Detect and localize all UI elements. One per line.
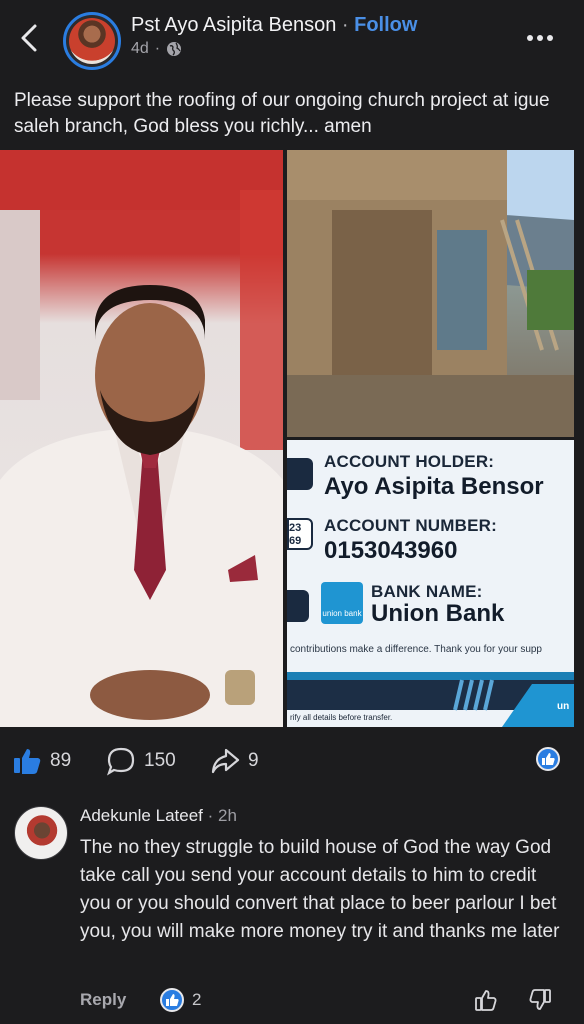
post-image-building[interactable] bbox=[287, 150, 574, 437]
comment-button[interactable]: 150 bbox=[106, 746, 176, 776]
post-image-portrait[interactable] bbox=[0, 150, 283, 727]
reply-button[interactable]: Reply bbox=[80, 990, 126, 1010]
share-button[interactable]: 9 bbox=[210, 746, 259, 776]
globe-icon bbox=[167, 42, 182, 56]
comment-body: The no they struggle to build house of G… bbox=[80, 837, 560, 942]
thumbs-up-icon bbox=[542, 753, 555, 765]
thanks-text: contributions make a difference. Thank y… bbox=[290, 644, 542, 655]
verify-text: rify all details before transfer. bbox=[290, 713, 393, 722]
holder-value: Ayo Asipita Bensor bbox=[324, 473, 544, 500]
author-line: Pst Ayo Asipita Benson · Follow bbox=[131, 14, 417, 37]
comment-reaction-summary[interactable]: 2 bbox=[160, 988, 201, 1012]
author-name[interactable]: Pst Ayo Asipita Benson bbox=[131, 14, 336, 36]
follow-button[interactable]: Follow bbox=[354, 14, 417, 36]
building-illustration bbox=[287, 150, 574, 437]
comment-like-count: 2 bbox=[192, 990, 202, 1009]
share-count: 9 bbox=[248, 750, 259, 771]
number-value: 0153043960 bbox=[324, 537, 458, 564]
post-image-account-flyer[interactable]: ACCOUNT HOLDER: Ayo Asipita Bensor 23 69… bbox=[287, 440, 574, 727]
comment-count: 150 bbox=[144, 750, 176, 771]
holder-label: ACCOUNT HOLDER: bbox=[324, 452, 495, 471]
bank-icon bbox=[287, 590, 309, 622]
like-count: 89 bbox=[50, 750, 72, 771]
meta-dot: · bbox=[154, 40, 161, 57]
comment-bubble-icon bbox=[107, 747, 135, 776]
downvote-icon[interactable] bbox=[528, 988, 552, 1012]
post-text: Please support the roofing of our ongoin… bbox=[14, 90, 550, 137]
like-reaction-badge[interactable] bbox=[536, 747, 560, 771]
comment-time: 2h bbox=[218, 806, 237, 825]
reactions-bar: 89 150 9 bbox=[0, 740, 584, 780]
thumbs-up-icon bbox=[14, 749, 41, 774]
post-header: Pst Ayo Asipita Benson · Follow 4d · bbox=[0, 0, 584, 80]
commenter-name[interactable]: Adekunle Lateef bbox=[80, 806, 203, 825]
person-icon bbox=[287, 458, 313, 490]
thumbs-up-icon bbox=[160, 988, 184, 1012]
post-time: 4d bbox=[131, 40, 149, 57]
number-icon: 23 69 bbox=[287, 518, 313, 550]
post-meta: 4d · bbox=[131, 40, 182, 58]
union-bank-logo: union bank bbox=[321, 582, 363, 624]
commenter-avatar[interactable] bbox=[14, 806, 68, 860]
share-arrow-icon bbox=[211, 748, 240, 774]
commenter-line: Adekunle Lateef · 2h bbox=[80, 806, 237, 826]
upvote-icon[interactable] bbox=[474, 988, 498, 1012]
comment-separator: · bbox=[207, 806, 214, 825]
separator: · bbox=[341, 14, 349, 36]
author-avatar[interactable] bbox=[63, 12, 121, 70]
flyer-corner-text: un bbox=[557, 701, 570, 712]
number-label: ACCOUNT NUMBER: bbox=[324, 516, 497, 535]
bank-label: BANK NAME: bbox=[371, 582, 483, 601]
back-arrow-icon[interactable] bbox=[14, 22, 46, 54]
portrait-illustration bbox=[0, 150, 283, 727]
more-options-icon[interactable] bbox=[522, 26, 558, 50]
like-button[interactable]: 89 bbox=[12, 746, 71, 776]
bank-value: Union Bank bbox=[371, 600, 505, 627]
